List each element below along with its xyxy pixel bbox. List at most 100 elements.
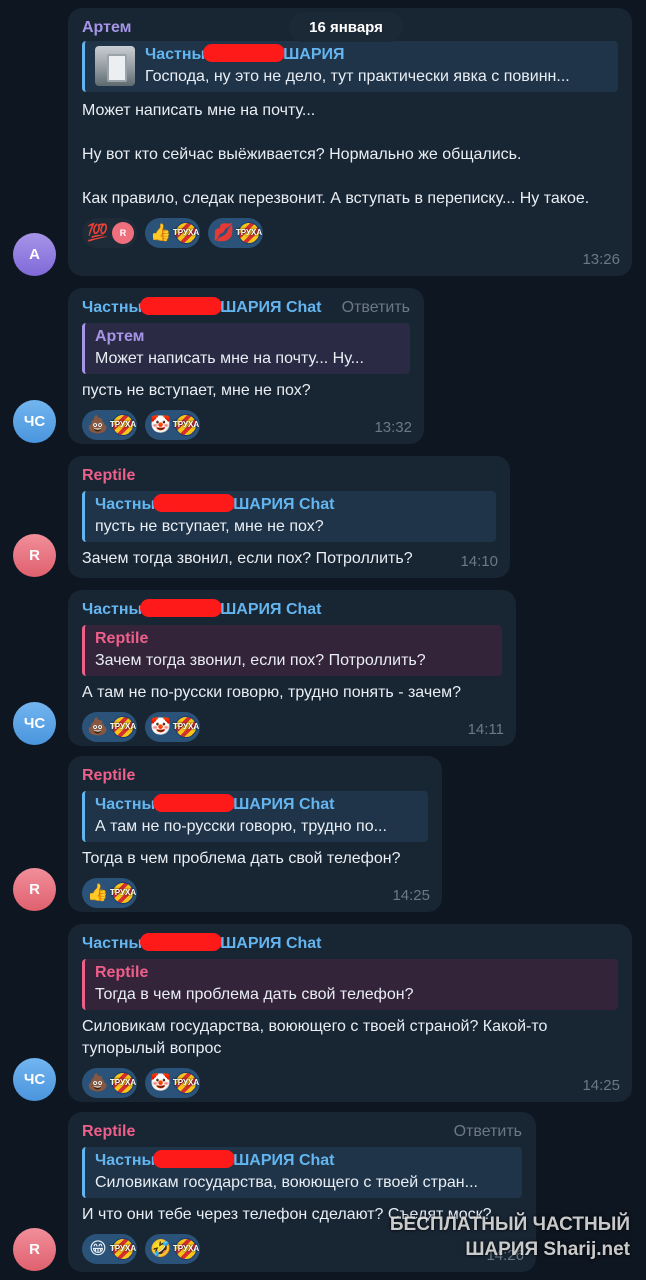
reaction-poop[interactable]: 💩 ТРУХА	[82, 712, 137, 742]
redaction-mark	[153, 794, 236, 812]
reaction-rofl[interactable]: 🤣 ТРУХА	[145, 1234, 200, 1264]
date-separator: 16 января	[289, 12, 403, 42]
quote-text: пусть не вступает, мне не пох?	[95, 518, 324, 535]
poop-emoji: 💩	[87, 1073, 109, 1092]
message-text: Силовикам государства, воюющего с твоей …	[82, 1018, 548, 1057]
clown-emoji: 🤡	[150, 415, 172, 434]
message-bubble[interactable]: Reptile Частны ШАРИЯ Chat А там не по-рус…	[68, 756, 442, 912]
reaction-poop[interactable]: 💩 ТРУХА	[82, 410, 137, 440]
redaction-mark	[153, 494, 236, 512]
avatar[interactable]: ЧС	[13, 1058, 56, 1101]
message-reptile-2: Reptile Частны ШАРИЯ Chat А там не по-рус…	[0, 756, 646, 914]
message-time: 14:25	[582, 1077, 620, 1094]
redaction-mark	[153, 1150, 236, 1168]
redaction-mark	[203, 44, 286, 62]
reactor-badge: ТРУХА	[110, 1072, 136, 1094]
message-text: пусть не вступает, мне не пох?	[82, 382, 311, 399]
thumbs-up-emoji: 👍	[150, 223, 172, 242]
quote-sender: Reptile	[95, 964, 149, 981]
reaction-clown[interactable]: 🤡 ТРУХА	[145, 712, 200, 742]
thumbs-up-emoji: 👍	[87, 883, 109, 902]
reactor-badge: ТРУХА	[110, 1238, 136, 1260]
reply-quote[interactable]: Артем Может написать мне на почту... Ну.…	[82, 323, 410, 374]
reactor-badge: ТРУХА	[173, 414, 199, 436]
reactor-badge: ТРУХА	[173, 1072, 199, 1094]
clown-emoji: 🤡	[150, 1073, 172, 1092]
redaction-mark	[140, 599, 223, 617]
reactions: 👍 ТРУХА	[82, 878, 428, 908]
message-bubble[interactable]: Частны ШАРИЯ Chat Ответить Артем Может нап…	[68, 288, 424, 444]
message-chs-3: Частны ШАРИЯ Chat Reptile Тогда в чем про…	[0, 922, 646, 1104]
message-chs-2: Частны ШАРИЯ Chat Reptile Зачем тогда зво…	[0, 588, 646, 748]
reactor-badge: ТРУХА	[110, 716, 136, 738]
message-bubble[interactable]: Частны ШАРИЯ Chat Reptile Тогда в чем про…	[68, 924, 632, 1102]
reaction-grin[interactable]: 😁 ТРУХА	[82, 1234, 137, 1264]
poop-emoji: 💩	[87, 717, 109, 736]
quote-sender: Reptile	[95, 630, 149, 647]
quote-sender: Частны ШАРИЯ Chat	[95, 794, 335, 813]
reactor-badge: ТРУХА	[110, 882, 136, 904]
avatar[interactable]: R	[13, 868, 56, 911]
reaction-kiss[interactable]: 💋 ТРУХА	[208, 218, 263, 248]
quote-thumbnail	[95, 46, 135, 86]
reply-quote[interactable]: Частны ШАРИЯ Chat пусть не вступает, мне …	[82, 491, 496, 542]
sender-name[interactable]: Частны ШАРИЯ Chat Ответить	[82, 297, 410, 319]
clown-emoji: 🤡	[150, 717, 172, 736]
reactions: 💩 ТРУХА 🤡 ТРУХА	[82, 712, 502, 742]
avatar[interactable]: ЧС	[13, 400, 56, 443]
quote-text: Зачем тогда звонил, если пох? Потроллить…	[95, 652, 426, 669]
grin-emoji: 😁	[89, 1239, 107, 1258]
avatar[interactable]: R	[13, 534, 56, 577]
quote-text: Господа, ну это не дело, тут практически…	[145, 68, 570, 85]
avatar[interactable]: R	[13, 1228, 56, 1271]
reactor-badge: ТРУХА	[236, 222, 262, 244]
quote-sender: Артем	[95, 328, 145, 345]
message-text: Может написать мне на почту... Ну вот кт…	[82, 102, 590, 207]
sender-name[interactable]: Reptile Ответить	[82, 1121, 522, 1143]
message-bubble[interactable]: Артем Частны ШАРИЯ Господа, ну это не дел…	[68, 8, 632, 276]
message-time: 14:25	[392, 887, 430, 904]
message-bubble[interactable]: Reptile Частны ШАРИЯ Chat пусть не вступа…	[68, 456, 510, 578]
reaction-poop[interactable]: 💩 ТРУХА	[82, 1068, 137, 1098]
reactions: 💯 R 👍 ТРУХА 💋 ТРУХА	[82, 218, 618, 248]
reaction-clown[interactable]: 🤡 ТРУХА	[145, 410, 200, 440]
redaction-mark	[140, 297, 223, 315]
kiss-emoji: 💋	[213, 223, 235, 242]
reaction-thumbs-up[interactable]: 👍 ТРУХА	[82, 878, 137, 908]
watermark-line-2: ШАРИЯ Sharij.net	[465, 1239, 630, 1260]
reaction-hundred[interactable]: 💯 R	[82, 218, 137, 248]
message-time: 13:26	[582, 251, 620, 268]
message-time: 14:11	[467, 721, 504, 738]
quote-text: Может написать мне на почту... Ну...	[95, 350, 364, 367]
reply-button[interactable]: Ответить	[342, 297, 410, 319]
reply-quote[interactable]: Reptile Зачем тогда звонил, если пох? По…	[82, 625, 502, 676]
reply-quote[interactable]: Частны ШАРИЯ Chat А там не по-русски гово…	[82, 791, 428, 842]
message-text: Тогда в чем проблема дать свой телефон?	[82, 850, 401, 867]
message-text: А там не по-русски говорю, трудно понять…	[82, 684, 461, 701]
message-time: 14:10	[460, 553, 498, 570]
message-time: 13:32	[374, 419, 412, 436]
reply-quote[interactable]: Частны ШАРИЯ Господа, ну это не дело, тут…	[82, 41, 618, 92]
quote-sender: Частны ШАРИЯ Chat	[95, 1150, 335, 1169]
message-artem-1: Артем Частны ШАРИЯ Господа, ну это не дел…	[0, 0, 646, 280]
reply-quote[interactable]: Reptile Тогда в чем проблема дать свой т…	[82, 959, 618, 1010]
reactor-badge: ТРУХА	[173, 222, 199, 244]
poop-emoji: 💩	[87, 415, 109, 434]
sender-name[interactable]: Reptile	[82, 765, 428, 787]
sender-name[interactable]: Reptile	[82, 465, 496, 487]
avatar[interactable]: А	[13, 233, 56, 276]
rofl-emoji: 🤣	[150, 1239, 172, 1258]
message-chs-1: Частны ШАРИЯ Chat Ответить Артем Может нап…	[0, 286, 646, 446]
sender-name[interactable]: Частны ШАРИЯ Chat	[82, 599, 502, 621]
reaction-clown[interactable]: 🤡 ТРУХА	[145, 1068, 200, 1098]
reply-quote[interactable]: Частны ШАРИЯ Chat Силовикам государства, …	[82, 1147, 522, 1198]
reaction-thumbs-up[interactable]: 👍 ТРУХА	[145, 218, 200, 248]
message-reptile-1: Reptile Частны ШАРИЯ Chat пусть не вступа…	[0, 456, 646, 580]
watermark-line-1: БЕСПЛАТНЫЙ ЧАСТНЫЙ	[389, 1214, 630, 1235]
sender-name[interactable]: Частны ШАРИЯ Chat	[82, 933, 618, 955]
avatar[interactable]: ЧС	[13, 702, 56, 745]
redaction-mark	[140, 933, 223, 951]
message-bubble[interactable]: Частны ШАРИЯ Chat Reptile Зачем тогда зво…	[68, 590, 516, 746]
reply-button[interactable]: Ответить	[454, 1121, 522, 1143]
quote-sender: Частны ШАРИЯ Chat	[95, 494, 335, 513]
